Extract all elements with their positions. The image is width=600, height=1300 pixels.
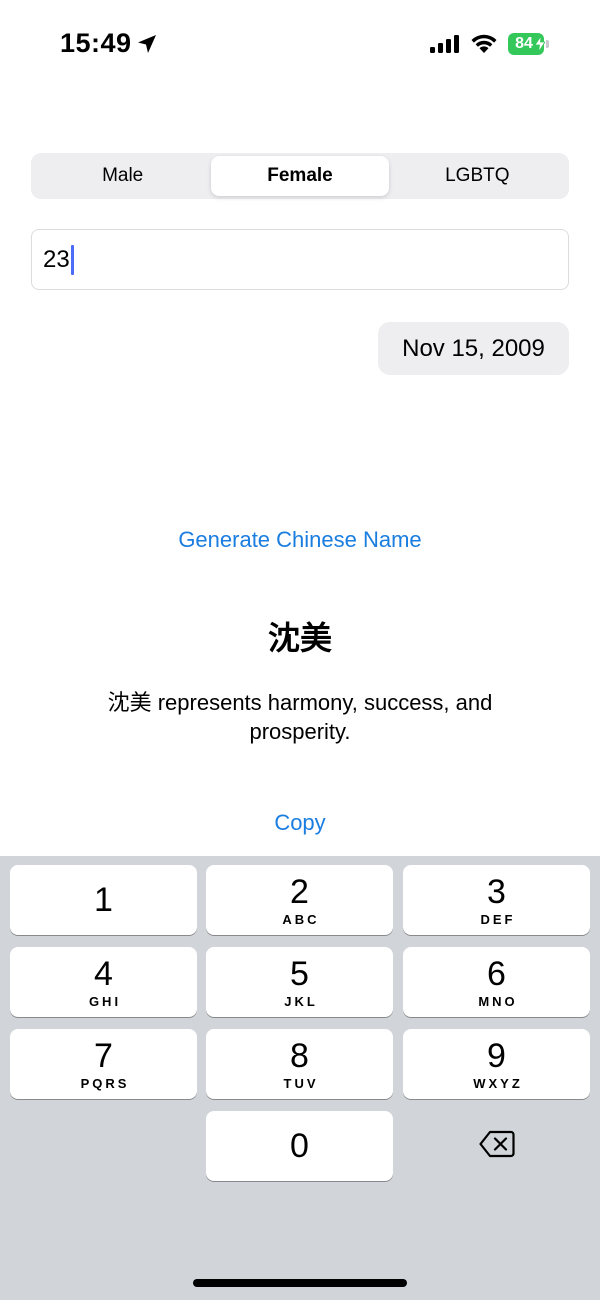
key-letters: JKL xyxy=(284,993,318,1009)
text-cursor xyxy=(70,244,74,275)
key-letters: WXYZ xyxy=(473,1075,523,1091)
generated-name: 沈美 xyxy=(267,620,332,656)
key-letters: ABC xyxy=(282,911,320,927)
segment-male[interactable]: Male xyxy=(34,156,211,196)
key-letters: MNO xyxy=(478,993,518,1009)
battery-cap xyxy=(546,40,549,48)
key-letters: GHI xyxy=(88,993,122,1009)
copy-button[interactable]: Copy xyxy=(0,810,600,836)
key-7[interactable]: 7 PQRS xyxy=(10,1029,197,1099)
key-digit: 9 xyxy=(487,1036,506,1075)
segment-female[interactable]: Female xyxy=(211,156,389,196)
key-letters: DEF xyxy=(480,911,516,927)
charging-bolt-icon xyxy=(535,36,545,52)
key-6[interactable]: 6 MNO xyxy=(403,947,590,1017)
generate-name-button[interactable]: Generate Chinese Name xyxy=(0,527,600,553)
location-arrow-icon xyxy=(138,35,156,53)
key-digit: 7 xyxy=(94,1036,113,1075)
delete-backspace-icon xyxy=(478,1130,515,1158)
status-bar: 15:49 84 xyxy=(0,0,600,90)
key-4[interactable]: 4 GHI xyxy=(10,947,197,1017)
key-digit: 4 xyxy=(94,954,113,993)
battery-indicator: 84 xyxy=(508,33,550,55)
home-indicator xyxy=(193,1279,407,1287)
age-input[interactable]: 23 xyxy=(31,229,569,290)
segment-lgbtq[interactable]: LGBTQ xyxy=(389,156,566,196)
gender-segmented-control: Male Female LGBTQ xyxy=(31,153,569,199)
birth-date-picker[interactable]: Nov 15, 2009 xyxy=(378,322,569,375)
delete-key[interactable] xyxy=(403,1109,590,1179)
key-1[interactable]: 1 xyxy=(10,865,197,935)
key-digit: 5 xyxy=(290,954,309,993)
status-time: 15:49 xyxy=(60,28,132,58)
numeric-keypad: 1 2 ABC 3 DEF 4 GHI 5 JKL 6 MNO 7 PQRS 8… xyxy=(0,856,600,1300)
key-digit: 0 xyxy=(290,1127,309,1165)
key-5[interactable]: 5 JKL xyxy=(206,947,393,1017)
key-digit: 1 xyxy=(94,881,113,919)
key-digit: 2 xyxy=(290,872,309,911)
key-digit: 8 xyxy=(290,1036,309,1075)
key-letters: PQRS xyxy=(80,1075,130,1091)
key-0[interactable]: 0 xyxy=(206,1111,393,1181)
key-digit: 6 xyxy=(487,954,506,993)
cellular-signal-icon xyxy=(430,35,459,53)
name-description: 沈美 represents harmony, success, and pros… xyxy=(107,690,493,744)
age-input-value: 23 xyxy=(43,245,70,273)
key-digit: 3 xyxy=(487,872,506,911)
key-3[interactable]: 3 DEF xyxy=(403,865,590,935)
key-9[interactable]: 9 WXYZ xyxy=(403,1029,590,1099)
wifi-icon xyxy=(471,34,497,53)
key-letters: TUV xyxy=(283,1075,319,1091)
key-8[interactable]: 8 TUV xyxy=(206,1029,393,1099)
key-2[interactable]: 2 ABC xyxy=(206,865,393,935)
